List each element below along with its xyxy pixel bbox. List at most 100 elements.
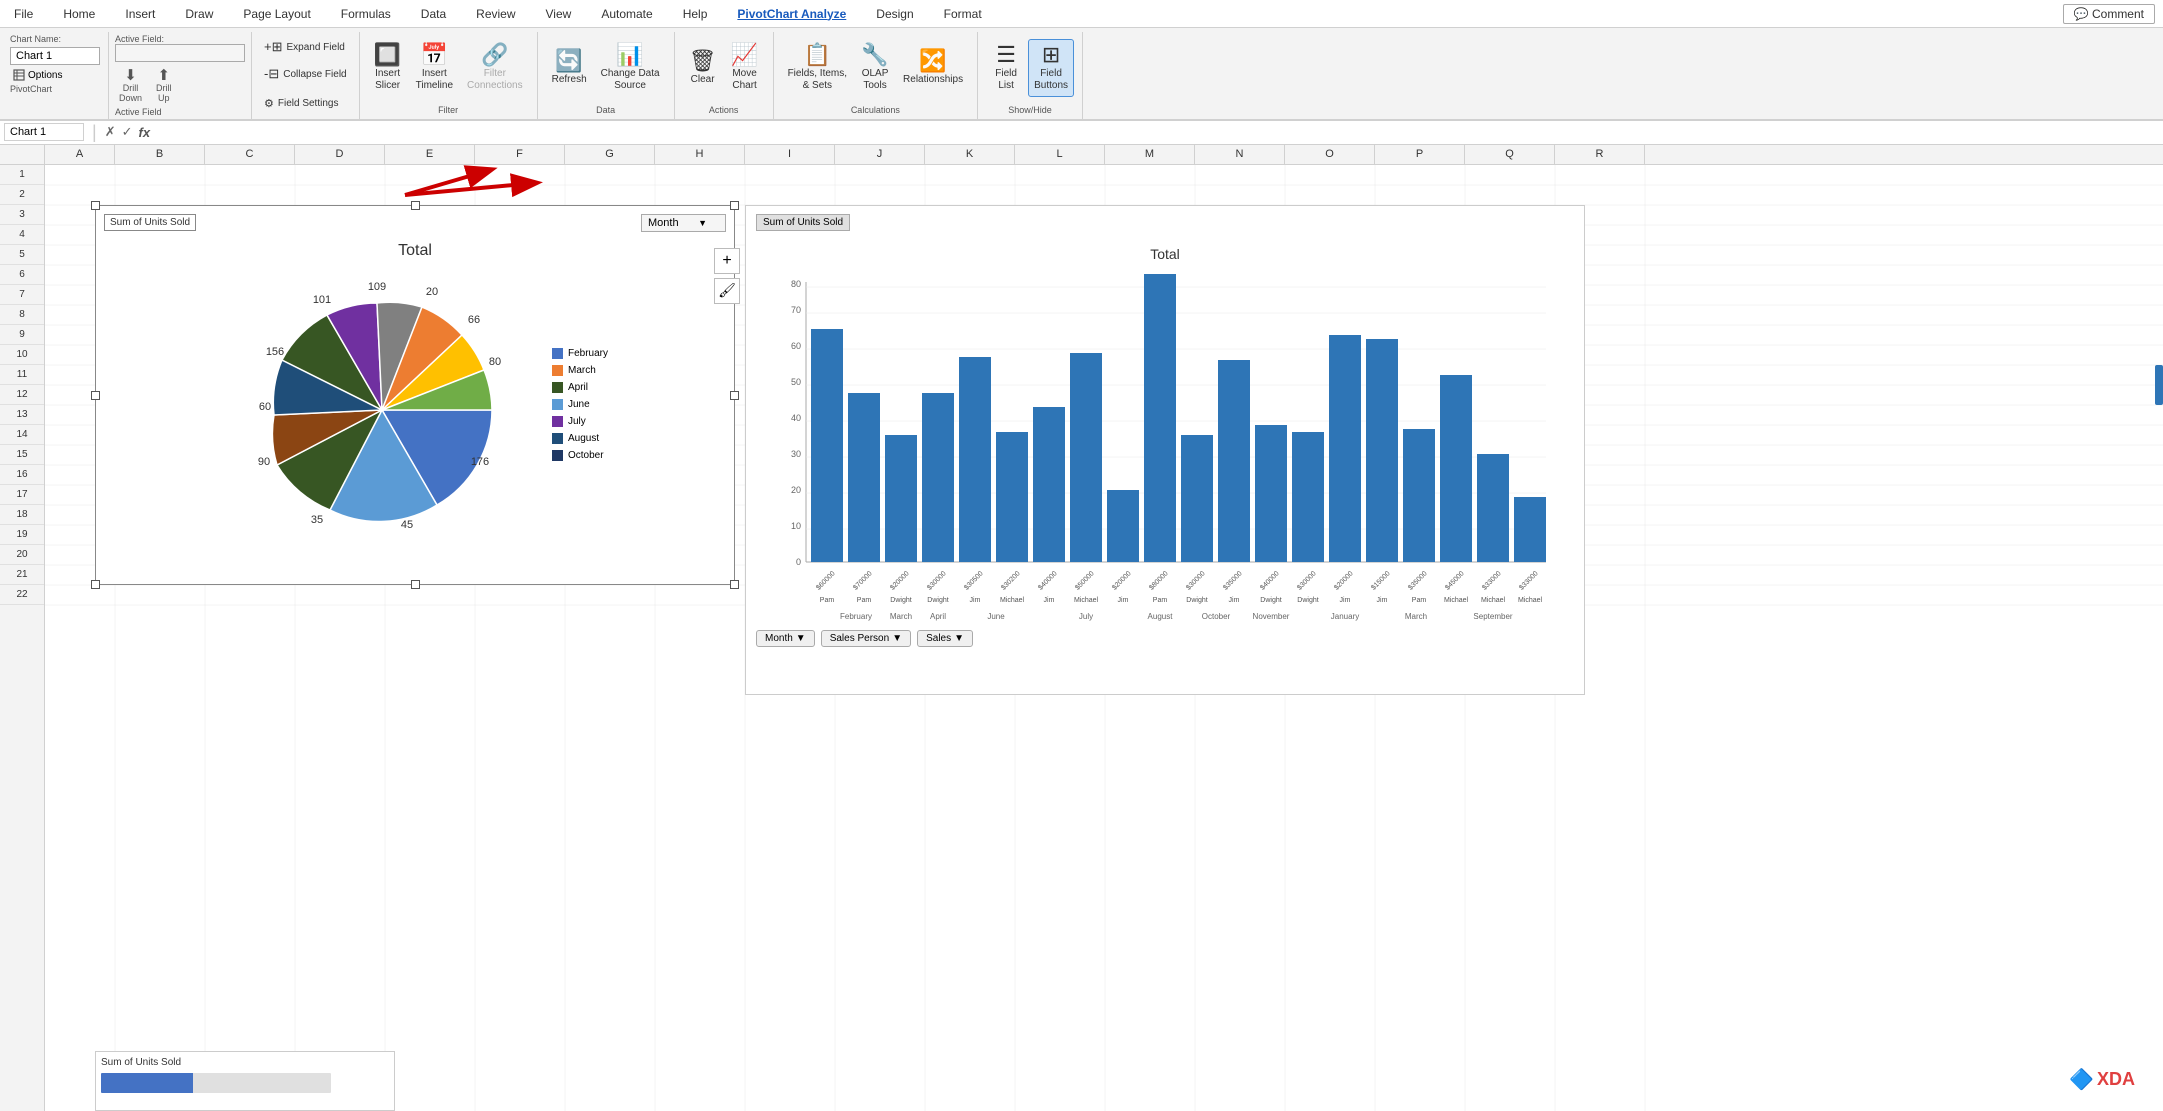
row-18[interactable]: 18 <box>0 505 44 525</box>
field-settings-button[interactable]: ⚙ Field Settings <box>258 92 353 114</box>
scrollbar-thumb[interactable] <box>2155 365 2163 405</box>
col-G[interactable]: G <box>565 145 655 164</box>
drill-down-button[interactable]: ⬇ Drill Down <box>115 65 146 105</box>
row-21[interactable]: 21 <box>0 565 44 585</box>
col-C[interactable]: C <box>205 145 295 164</box>
menu-draw[interactable]: Draw <box>179 5 219 23</box>
fields-items-sets-button[interactable]: 📋 Fields, Items, & Sets <box>782 39 853 97</box>
row-6[interactable]: 6 <box>0 265 44 285</box>
handle-tl[interactable] <box>91 201 100 210</box>
menu-formulas[interactable]: Formulas <box>335 5 397 23</box>
row-20[interactable]: 20 <box>0 545 44 565</box>
handle-bm[interactable] <box>411 580 420 589</box>
row-4[interactable]: 4 <box>0 225 44 245</box>
pie-chart-container[interactable]: Sum of Units Sold Month ▼ Total <box>95 205 735 585</box>
col-L[interactable]: L <box>1015 145 1105 164</box>
menu-automate[interactable]: Automate <box>595 5 658 23</box>
menu-format[interactable]: Format <box>938 5 988 23</box>
menu-review[interactable]: Review <box>470 5 521 23</box>
drill-up-button[interactable]: ⬆ Drill Up <box>152 65 176 105</box>
row-10[interactable]: 10 <box>0 345 44 365</box>
row-12[interactable]: 12 <box>0 385 44 405</box>
filter-connections-icon: 🔗 <box>481 44 508 66</box>
relationships-button[interactable]: 🔀 Relationships <box>897 39 969 97</box>
row-7[interactable]: 7 <box>0 285 44 305</box>
field-list-button[interactable]: ☰ Field List <box>986 39 1026 97</box>
clear-button[interactable]: 🗑 Clear <box>683 39 723 97</box>
row-15[interactable]: 15 <box>0 445 44 465</box>
menu-design[interactable]: Design <box>870 5 919 23</box>
menu-help[interactable]: Help <box>677 5 714 23</box>
fx-icon[interactable]: fx <box>139 125 151 140</box>
collapse-field-button[interactable]: -⊟ Collapse Field <box>258 63 353 85</box>
month-filter-pill[interactable]: Month ▼ <box>756 630 815 647</box>
handle-mr[interactable] <box>730 391 739 400</box>
menu-insert[interactable]: Insert <box>119 5 161 23</box>
handle-ml[interactable] <box>91 391 100 400</box>
handle-tm[interactable] <box>411 201 420 210</box>
handle-tr[interactable] <box>730 201 739 210</box>
col-D[interactable]: D <box>295 145 385 164</box>
menu-file[interactable]: File <box>8 5 39 23</box>
sales-filter-pill[interactable]: Sales ▼ <box>917 630 973 647</box>
col-A[interactable]: A <box>45 145 115 164</box>
formula-input[interactable] <box>154 126 2159 138</box>
col-K[interactable]: K <box>925 145 1015 164</box>
handle-bl[interactable] <box>91 580 100 589</box>
row-14[interactable]: 14 <box>0 425 44 445</box>
col-P[interactable]: P <box>1375 145 1465 164</box>
col-F[interactable]: F <box>475 145 565 164</box>
row-8[interactable]: 8 <box>0 305 44 325</box>
row-22[interactable]: 22 <box>0 585 44 605</box>
row-16[interactable]: 16 <box>0 465 44 485</box>
filter-connections-button[interactable]: 🔗 Filter Connections <box>461 39 529 97</box>
cancel-formula-icon[interactable]: ✗ <box>105 124 116 140</box>
col-N[interactable]: N <box>1195 145 1285 164</box>
col-J[interactable]: J <box>835 145 925 164</box>
col-E[interactable]: E <box>385 145 475 164</box>
expand-field-button[interactable]: +⊞ Expand Field <box>258 36 353 58</box>
chart-brush-button[interactable]: 🖌 <box>714 278 740 304</box>
chart-name-input[interactable] <box>10 47 100 65</box>
col-O[interactable]: O <box>1285 145 1375 164</box>
refresh-button[interactable]: 🔄 Refresh <box>546 39 593 97</box>
salesperson-filter-pill[interactable]: Sales Person ▼ <box>821 630 911 647</box>
row-3[interactable]: 3 <box>0 205 44 225</box>
options-button[interactable]: Options <box>10 68 102 82</box>
insert-timeline-button[interactable]: 📅 Insert Timeline <box>410 39 459 97</box>
bar-chart-container[interactable]: Sum of Units Sold Total + 🖌 0 10 20 <box>745 205 1585 695</box>
menu-pivotchart-analyze[interactable]: PivotChart Analyze <box>731 5 852 23</box>
olap-tools-button[interactable]: 🔧 OLAP Tools <box>855 39 895 97</box>
active-field-input[interactable] <box>115 44 245 62</box>
col-M[interactable]: M <box>1105 145 1195 164</box>
month-dropdown[interactable]: Month ▼ <box>641 214 726 232</box>
row-13[interactable]: 13 <box>0 405 44 425</box>
menu-view[interactable]: View <box>540 5 578 23</box>
svg-text:$60000: $60000 <box>815 570 837 592</box>
change-data-source-button[interactable]: 📊 Change Data Source <box>595 39 666 97</box>
insert-slicer-button[interactable]: 🔲 Insert Slicer <box>368 39 408 97</box>
name-box[interactable] <box>4 123 84 141</box>
confirm-formula-icon[interactable]: ✓ <box>122 124 133 140</box>
row-17[interactable]: 17 <box>0 485 44 505</box>
col-R[interactable]: R <box>1555 145 1645 164</box>
row-5[interactable]: 5 <box>0 245 44 265</box>
row-19[interactable]: 19 <box>0 525 44 545</box>
menu-data[interactable]: Data <box>415 5 452 23</box>
col-Q[interactable]: Q <box>1465 145 1555 164</box>
handle-br[interactable] <box>730 580 739 589</box>
move-chart-button[interactable]: 📈 Move Chart <box>725 39 765 97</box>
row-11[interactable]: 11 <box>0 365 44 385</box>
chart-add-button[interactable]: + <box>714 248 740 274</box>
col-B[interactable]: B <box>115 145 205 164</box>
col-I[interactable]: I <box>745 145 835 164</box>
field-buttons-button[interactable]: ⊞ Field Buttons <box>1028 39 1074 97</box>
menu-comment[interactable]: 💬 Comment <box>2063 4 2155 24</box>
svg-text:Dwight: Dwight <box>1260 597 1281 604</box>
row-2[interactable]: 2 <box>0 185 44 205</box>
row-1[interactable]: 1 <box>0 165 44 185</box>
menu-page-layout[interactable]: Page Layout <box>237 5 316 23</box>
row-9[interactable]: 9 <box>0 325 44 345</box>
col-H[interactable]: H <box>655 145 745 164</box>
menu-home[interactable]: Home <box>57 5 101 23</box>
